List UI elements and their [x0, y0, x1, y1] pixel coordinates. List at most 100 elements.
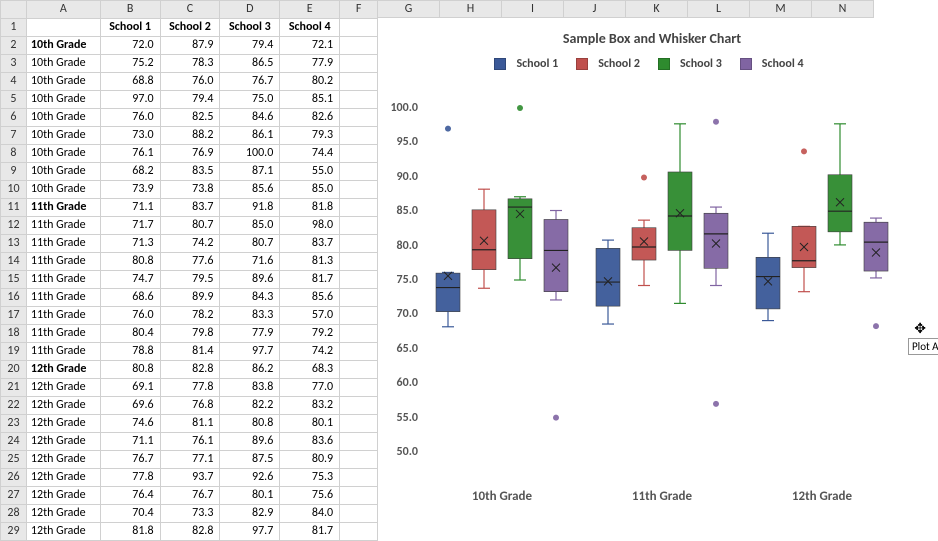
legend-item[interactable]: School 1 [494, 57, 564, 71]
row-header-28[interactable]: 28 [1, 505, 27, 523]
data-cell[interactable]: 82.8 [160, 361, 220, 379]
data-cell[interactable]: 72.0 [100, 37, 160, 55]
row-header-13[interactable]: 13 [1, 235, 27, 253]
data-cell[interactable]: 76.1 [160, 433, 220, 451]
data-cell[interactable]: 93.7 [160, 469, 220, 487]
data-cell[interactable]: 80.7 [160, 217, 220, 235]
column-header-I[interactable]: I [502, 0, 564, 18]
legend-item[interactable]: School 2 [576, 57, 646, 71]
data-cell[interactable]: 74.4 [280, 145, 340, 163]
data-cell[interactable]: 85.6 [220, 181, 280, 199]
row-header-24[interactable]: 24 [1, 433, 27, 451]
column-header-A[interactable]: A [26, 1, 100, 19]
data-cell[interactable]: 76.0 [100, 109, 160, 127]
data-cell[interactable]: 86.2 [220, 361, 280, 379]
data-cell[interactable]: 82.9 [220, 505, 280, 523]
data-cell[interactable]: 82.6 [280, 109, 340, 127]
data-cell[interactable]: 80.2 [280, 73, 340, 91]
data-cell[interactable]: 89.9 [160, 289, 220, 307]
data-cell[interactable]: 76.8 [160, 397, 220, 415]
data-cell[interactable]: 55.0 [280, 163, 340, 181]
data-cell[interactable]: 88.2 [160, 127, 220, 145]
data-cell[interactable]: 77.8 [160, 379, 220, 397]
row-header-12[interactable]: 12 [1, 217, 27, 235]
cell[interactable]: School 2 [160, 19, 220, 37]
data-cell[interactable]: 77.8 [100, 469, 160, 487]
column-header-J[interactable]: J [564, 0, 626, 18]
data-cell[interactable]: 77.9 [220, 325, 280, 343]
row-header-7[interactable]: 7 [1, 127, 27, 145]
data-cell[interactable]: 82.2 [220, 397, 280, 415]
data-cell[interactable]: 84.6 [220, 109, 280, 127]
data-cell[interactable]: 75.3 [280, 469, 340, 487]
data-cell[interactable]: 69.1 [100, 379, 160, 397]
data-cell[interactable]: 97.7 [220, 343, 280, 361]
row-header-27[interactable]: 27 [1, 487, 27, 505]
data-cell[interactable]: 76.0 [100, 307, 160, 325]
row-header-29[interactable]: 29 [1, 523, 27, 541]
data-cell[interactable]: 78.3 [160, 55, 220, 73]
column-header-K[interactable]: K [626, 0, 688, 18]
data-cell[interactable]: 73.8 [160, 181, 220, 199]
data-cell[interactable]: 83.8 [220, 379, 280, 397]
data-cell[interactable]: 77.1 [160, 451, 220, 469]
data-cell[interactable]: 71.1 [100, 199, 160, 217]
grade-cell[interactable]: 11th Grade [26, 325, 100, 343]
data-cell[interactable]: 80.8 [100, 253, 160, 271]
data-cell[interactable]: 78.8 [100, 343, 160, 361]
row-header-25[interactable]: 25 [1, 451, 27, 469]
data-cell[interactable]: 85.6 [280, 289, 340, 307]
grade-cell[interactable]: 10th Grade [26, 181, 100, 199]
data-cell[interactable]: 57.0 [280, 307, 340, 325]
column-header-H[interactable]: H [440, 0, 502, 18]
legend-item[interactable]: School 3 [658, 57, 728, 71]
grade-cell[interactable]: 11th Grade [26, 199, 100, 217]
data-cell[interactable]: 79.5 [160, 271, 220, 289]
row-header-26[interactable]: 26 [1, 469, 27, 487]
data-cell[interactable]: 81.7 [280, 523, 340, 541]
row-header-6[interactable]: 6 [1, 109, 27, 127]
data-cell[interactable]: 81.3 [280, 253, 340, 271]
data-cell[interactable]: 79.4 [220, 37, 280, 55]
grade-cell[interactable]: 12th Grade [26, 415, 100, 433]
data-cell[interactable]: 77.9 [280, 55, 340, 73]
data-cell[interactable]: 100.0 [220, 145, 280, 163]
data-cell[interactable]: 80.9 [280, 451, 340, 469]
data-cell[interactable]: 80.1 [280, 415, 340, 433]
grade-cell[interactable]: 10th Grade [26, 163, 100, 181]
row-header-1[interactable]: 1 [1, 19, 27, 37]
grade-cell[interactable]: 11th Grade [26, 253, 100, 271]
data-cell[interactable]: 92.6 [220, 469, 280, 487]
cell[interactable]: School 1 [100, 19, 160, 37]
data-cell[interactable]: 68.6 [100, 289, 160, 307]
data-cell[interactable]: 75.0 [220, 91, 280, 109]
grade-cell[interactable]: 12th Grade [26, 451, 100, 469]
row-header-19[interactable]: 19 [1, 343, 27, 361]
column-header-F[interactable]: F [340, 1, 378, 19]
data-cell[interactable]: 75.6 [280, 487, 340, 505]
grade-cell[interactable]: 10th Grade [26, 55, 100, 73]
data-cell[interactable]: 87.1 [220, 163, 280, 181]
row-header-22[interactable]: 22 [1, 397, 27, 415]
data-cell[interactable]: 68.3 [280, 361, 340, 379]
data-cell[interactable]: 87.5 [220, 451, 280, 469]
row-header-8[interactable]: 8 [1, 145, 27, 163]
spreadsheet-grid[interactable]: ABCDEF 1School 1School 2School 3School 4… [0, 0, 378, 541]
data-cell[interactable]: 79.8 [160, 325, 220, 343]
data-cell[interactable]: 81.4 [160, 343, 220, 361]
data-cell[interactable]: 98.0 [280, 217, 340, 235]
column-header-B[interactable]: B [100, 1, 160, 19]
grade-cell[interactable]: 11th Grade [26, 235, 100, 253]
column-header-D[interactable]: D [220, 1, 280, 19]
grade-cell[interactable]: 11th Grade [26, 271, 100, 289]
row-header-9[interactable]: 9 [1, 163, 27, 181]
data-cell[interactable]: 68.8 [100, 73, 160, 91]
row-header-20[interactable]: 20 [1, 361, 27, 379]
data-cell[interactable]: 76.4 [100, 487, 160, 505]
grade-cell[interactable]: 10th Grade [26, 37, 100, 55]
data-cell[interactable]: 77.6 [160, 253, 220, 271]
data-cell[interactable]: 84.3 [220, 289, 280, 307]
data-cell[interactable]: 79.2 [280, 325, 340, 343]
data-cell[interactable]: 74.6 [100, 415, 160, 433]
column-header-strip[interactable]: GHIJKLMN [378, 0, 938, 18]
